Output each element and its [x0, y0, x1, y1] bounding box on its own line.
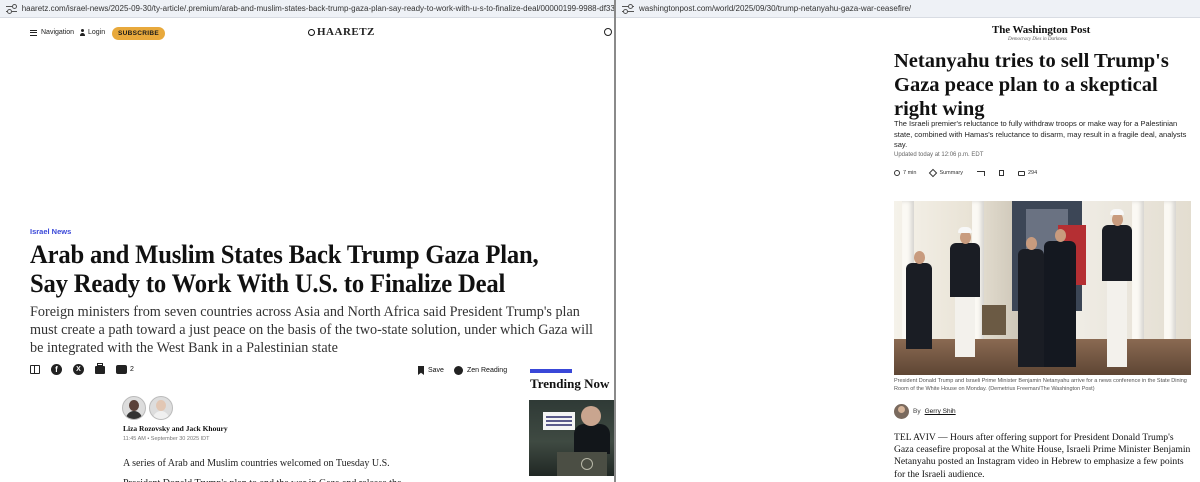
logo-text: HAARETZ — [317, 26, 375, 38]
comments-icon[interactable] — [116, 365, 127, 374]
save-button[interactable]: Save — [418, 366, 444, 375]
wapo-logo[interactable]: The Washington Post — [992, 24, 1090, 36]
facebook-icon[interactable]: f — [51, 364, 62, 375]
article-subtitle: Foreign ministers from seven countries a… — [30, 304, 593, 356]
authors[interactable]: Liza Rozovsky and Jack Khoury — [123, 424, 228, 433]
photo-caption: President Donald Trump and Israeli Prime… — [894, 378, 1187, 392]
category-link[interactable]: Israel News — [30, 227, 71, 236]
sign-shape — [543, 412, 575, 430]
cap — [958, 227, 972, 233]
navigation-button[interactable]: Navigation — [30, 29, 74, 36]
byline-prefix: By — [913, 408, 921, 415]
clock-icon — [894, 170, 900, 176]
url-text[interactable]: washingtonpost.com/world/2025/09/30/trum… — [639, 4, 911, 13]
haaretz-logo[interactable]: HAARETZ — [308, 26, 375, 38]
article-body: TEL AVIV — Hours after offering support … — [894, 432, 1191, 480]
read-time-label: 7 min — [903, 170, 917, 176]
zen-icon — [454, 366, 463, 375]
marine — [1102, 209, 1132, 367]
save-button[interactable] — [998, 170, 1004, 176]
menu-icon — [30, 29, 37, 36]
cap — [1110, 209, 1124, 215]
speaker-suit — [574, 424, 610, 454]
publish-date: 11:45 AM • September 30 2025 IDT — [123, 436, 210, 442]
head — [914, 251, 925, 264]
side-table — [982, 305, 1006, 335]
speaker-head — [581, 406, 601, 426]
marine — [950, 227, 980, 357]
article-title: Arab and Muslim States Back Trump Gaza P… — [30, 239, 539, 298]
article-body: A series of Arab and Muslim countries we… — [123, 458, 401, 482]
washington-post-window: washingtonpost.com/world/2025/09/30/trum… — [616, 0, 1200, 482]
navigation-label: Navigation — [41, 29, 75, 36]
share-icon — [976, 170, 985, 176]
read-time: 7 min — [894, 170, 916, 176]
trending-heading: Trending Now — [530, 376, 610, 391]
zen-reading-button[interactable]: Zen Reading — [454, 366, 507, 375]
comments-button[interactable]: 294 — [1017, 170, 1038, 176]
print-icon[interactable] — [95, 362, 105, 374]
site-settings-icon[interactable] — [6, 3, 17, 14]
person — [1044, 229, 1076, 367]
share-button[interactable] — [976, 170, 985, 176]
head — [1026, 237, 1037, 250]
trousers — [955, 297, 975, 357]
login-button[interactable]: Login — [80, 29, 105, 36]
head — [1055, 229, 1066, 242]
site-settings-icon[interactable] — [622, 3, 634, 14]
summary-label: Summary — [939, 170, 963, 176]
share-bar: f X 2 — [30, 362, 145, 375]
wapo-tagline: Democracy Dies in Darkness — [1008, 37, 1067, 42]
article-actions: 7 min Summary 294 — [894, 168, 1051, 178]
trending-image[interactable] — [529, 400, 614, 476]
avatar[interactable] — [894, 404, 909, 419]
byline: By Gerry Shih — [894, 404, 956, 419]
address-bar[interactable]: washingtonpost.com/world/2025/09/30/trum… — [616, 0, 1200, 18]
x-icon[interactable]: X — [73, 364, 84, 375]
trousers — [1107, 281, 1127, 367]
article-dek: The Israeli premier's reluctance to full… — [894, 119, 1187, 149]
sparkle-icon — [929, 168, 938, 178]
article-title: Netanyahu tries to sell Trump's Gaza pea… — [894, 50, 1169, 120]
author-link[interactable]: Gerry Shih — [925, 408, 956, 415]
login-label: Login — [88, 29, 106, 36]
gift-icon[interactable] — [30, 365, 40, 374]
address-bar[interactable]: haaretz.com/israel-news/2025-09-30/ty-ar… — [0, 0, 614, 18]
updated-time: Updated today at 12:06 p.m. EDT — [894, 152, 984, 158]
summary-button[interactable]: Summary — [929, 168, 963, 178]
logo-mark-icon — [308, 28, 315, 36]
comments-count[interactable]: 2 — [130, 366, 134, 373]
person — [906, 251, 932, 349]
zen-label: Zen Reading — [467, 367, 508, 374]
avatar[interactable] — [122, 396, 146, 420]
subscribe-button[interactable]: SUBSCRIBE — [112, 27, 165, 40]
bookmark-icon — [998, 170, 1004, 176]
url-text[interactable]: haaretz.com/israel-news/2025-09-30/ty-ar… — [22, 4, 614, 13]
haaretz-window: haaretz.com/israel-news/2025-09-30/ty-ar… — [0, 0, 614, 482]
lead-photo[interactable] — [894, 201, 1191, 375]
site-header: Navigation Login SUBSCRIBE HAARETZ — [30, 26, 614, 42]
search-icon[interactable] — [604, 28, 612, 36]
trending-accent — [530, 369, 572, 373]
comment-icon — [1017, 170, 1025, 176]
avatar[interactable] — [149, 396, 173, 420]
emblem-icon — [581, 458, 593, 470]
bookmark-icon — [418, 366, 424, 375]
user-icon — [80, 29, 85, 36]
comments-count: 294 — [1027, 170, 1038, 176]
person — [1018, 237, 1044, 367]
author-avatars — [122, 396, 176, 420]
save-label: Save — [428, 367, 444, 374]
